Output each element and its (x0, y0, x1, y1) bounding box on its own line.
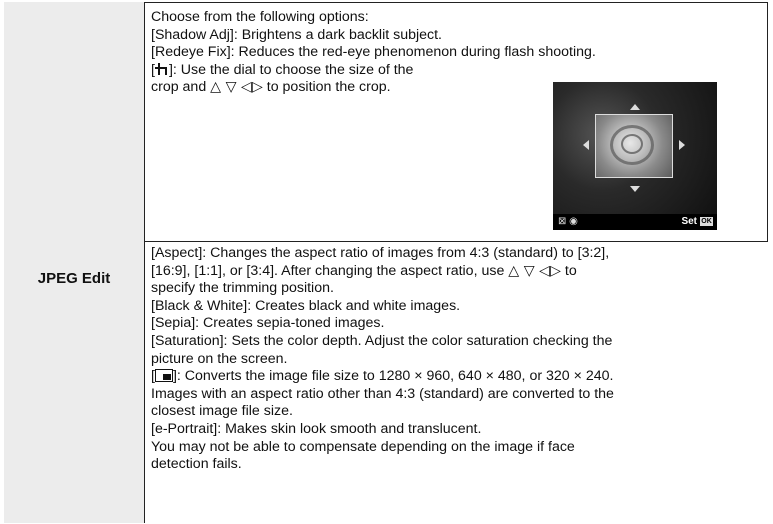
saturation-text-1: [Saturation]: Sets the color depth. Adju… (151, 332, 613, 349)
crop-preview-image: ⊠ ◉ Set OK (553, 82, 717, 230)
set-label: Set (681, 216, 697, 227)
down-arrow-icon (630, 186, 640, 192)
intro-text: Choose from the following options: (151, 9, 369, 25)
crop-frame (595, 114, 673, 178)
ok-button-icon: OK (700, 217, 713, 226)
right-arrow-icon (679, 140, 685, 150)
resize-icon (154, 369, 173, 383)
direction-arrows-icon: △ ▽ ◁▷ (210, 79, 263, 96)
row-label: JPEG Edit (37, 270, 111, 287)
shadow-adj-text: [Shadow Adj]: Brightens a dark backlit s… (151, 26, 443, 43)
redeye-fix-text: [Redeye Fix]: Reduces the red-eye phenom… (151, 44, 596, 61)
crop-icon (154, 62, 169, 75)
sepia-text: [Sepia]: Creates sepia-toned images. (151, 315, 385, 332)
direction-arrows-icon: △ ▽ ◁▷ (508, 262, 561, 279)
rose-center (621, 134, 643, 154)
face-detect-text-1: You may not be able to compensate depend… (151, 438, 575, 455)
table-right-border (767, 2, 768, 242)
preview-status-bar: ⊠ ◉ Set OK (553, 214, 717, 230)
up-arrow-icon (630, 104, 640, 110)
resize-text-3: closest image file size. (151, 403, 293, 420)
saturation-text-2: picture on the screen. (151, 350, 288, 367)
black-white-text: [Black & White]: Creates black and white… (151, 297, 461, 314)
row-label-cell: JPEG Edit (4, 2, 145, 523)
aspect-text-2: [16:9], [1:1], or [3:4]. After changing … (151, 262, 577, 279)
options-cell-bottom: [Aspect]: Changes the aspect ratio of im… (151, 245, 763, 474)
jpeg-edit-table: JPEG Edit Choose from the following opti… (4, 2, 768, 523)
resize-text-2: Images with an aspect ratio other than 4… (151, 385, 614, 402)
resize-text-1: []: Converts the image file size to 1280… (151, 368, 614, 385)
aspect-text-3: specify the trimming position. (151, 280, 334, 297)
crop-text-line1: []: Use the dial to choose the size of t… (151, 61, 414, 78)
dial-icons: ⊠ ◉ (558, 216, 578, 227)
face-detect-text-2: detection fails. (151, 456, 242, 473)
left-arrow-icon (583, 140, 589, 150)
e-portrait-text: [e-Portrait]: Makes skin look smooth and… (151, 420, 482, 437)
row-divider (145, 241, 768, 242)
aspect-text-1: [Aspect]: Changes the aspect ratio of im… (151, 245, 610, 261)
